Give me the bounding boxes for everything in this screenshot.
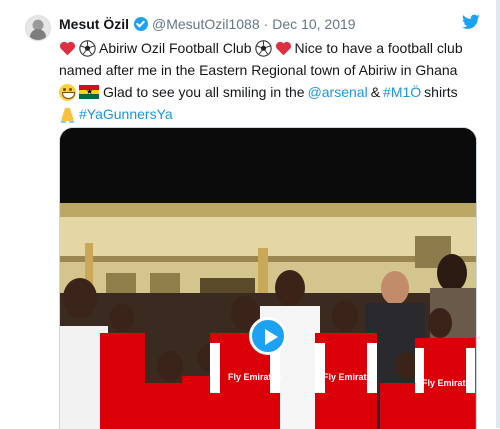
shirt-sponsor-2: Fly Emirates <box>323 372 377 382</box>
heart-icon <box>275 40 292 57</box>
play-icon[interactable] <box>249 317 287 355</box>
football-icon <box>79 39 96 57</box>
tweet-card[interactable]: Mesut Özil @MesutOzil1088 · Dec 10, 2019… <box>0 0 500 429</box>
tweet-header: Mesut Özil @MesutOzil1088 · Dec 10, 2019 <box>59 14 356 34</box>
tweet-line-3-text: Glad to see you all smiling in the <box>103 84 305 100</box>
header-separator: · <box>263 16 269 32</box>
tweet-line-2-text: named after me in the Eastern Regional t… <box>59 62 458 78</box>
video-still: Fly Emirates Fly Emirates Fly Emirates <box>60 128 476 429</box>
arsenal-mention-link[interactable]: @arsenal <box>308 81 368 103</box>
tweet-line-1-tail: Nice to have a football club <box>294 40 463 56</box>
tweet-line-3: ★ Glad to see you all smiling in the @ar… <box>59 81 479 103</box>
grinning-face-icon <box>59 83 76 101</box>
twitter-bird-icon[interactable] <box>462 14 480 30</box>
shirt-sponsor-3: Fly Emirates <box>422 378 476 388</box>
praying-hands-icon <box>59 106 76 123</box>
hashtag-yagunnersya-link[interactable]: #YaGunnersYa <box>79 103 173 125</box>
tweet-date[interactable]: Dec 10, 2019 <box>272 16 355 32</box>
football-icon <box>254 39 272 57</box>
hashtag-m1o-link[interactable]: #M1Ö <box>383 81 421 103</box>
author-handle[interactable]: @MesutOzil1088 <box>152 16 260 32</box>
verified-badge-icon <box>134 17 149 31</box>
author-avatar[interactable] <box>25 15 51 41</box>
scrollbar-track[interactable] <box>496 0 500 428</box>
tweet-video[interactable]: Fly Emirates Fly Emirates Fly Emirates <box>59 127 477 429</box>
tweet-line-2: named after me in the Eastern Regional t… <box>59 59 479 81</box>
ghana-flag-icon: ★ <box>79 85 99 100</box>
tweet-line-3-tail: shirts <box>424 84 458 100</box>
tweet-line-4: #YaGunnersYa <box>59 103 479 125</box>
shirt-sponsor-1: Fly Emirates <box>228 372 282 382</box>
heart-icon <box>59 40 76 57</box>
tweet-text: Abiriw Ozil Football Club Nice to have a… <box>59 37 479 125</box>
author-name[interactable]: Mesut Özil <box>59 16 129 32</box>
tweet-line-1: Abiriw Ozil Football Club Nice to have a… <box>59 37 479 59</box>
ampersand-text: & <box>370 84 381 100</box>
club-name-text: Abiriw Ozil Football Club <box>99 40 252 56</box>
